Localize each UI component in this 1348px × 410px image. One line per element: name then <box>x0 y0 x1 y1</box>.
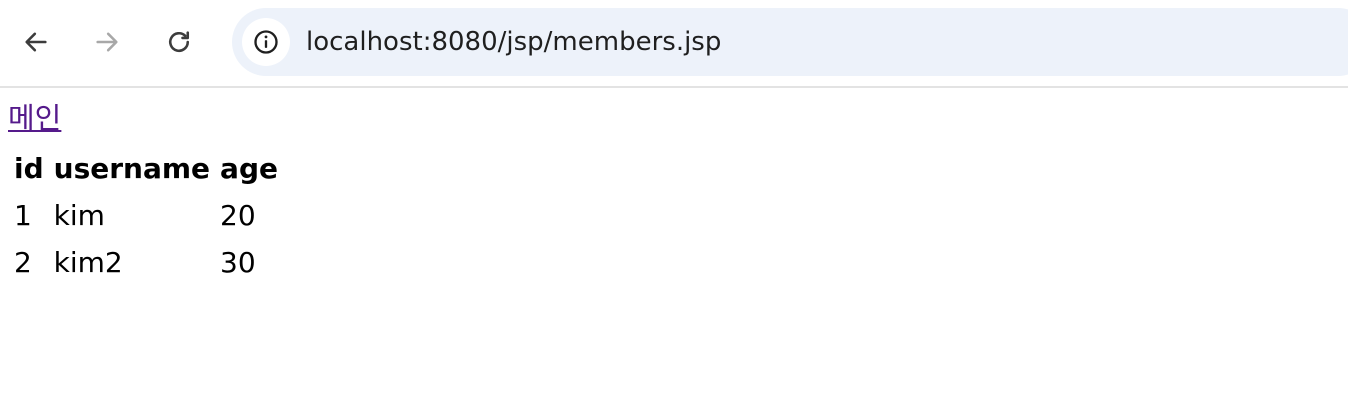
forward-button[interactable] <box>89 24 125 60</box>
cell-age: 30 <box>220 246 256 279</box>
url-text[interactable]: localhost:8080/jsp/members.jsp <box>306 8 721 76</box>
info-icon <box>254 30 278 54</box>
column-header-id: id <box>14 152 44 185</box>
column-header-username: username <box>53 152 211 185</box>
browser-toolbar: localhost:8080/jsp/members.jsp <box>0 0 1348 88</box>
table-row: 2 kim2 30 <box>10 240 282 285</box>
site-info-button[interactable] <box>242 18 290 66</box>
back-button[interactable] <box>18 24 54 60</box>
cell-id: 2 <box>14 246 32 279</box>
table-header-row: id username age <box>10 146 282 191</box>
address-bar[interactable]: localhost:8080/jsp/members.jsp <box>232 8 1348 76</box>
cell-username: kim2 <box>53 246 123 279</box>
main-link[interactable]: 메인 <box>8 100 61 140</box>
arrow-left-icon <box>25 32 47 52</box>
cell-id: 1 <box>14 199 32 232</box>
table-row: 1 kim 20 <box>10 193 282 238</box>
column-header-age: age <box>220 152 278 185</box>
members-table: id username age 1 kim 20 2 kim2 30 <box>8 144 284 287</box>
reload-icon <box>169 31 190 53</box>
page-content: 메인 id username age 1 kim 20 2 kim2 30 <box>0 88 1348 287</box>
cell-age: 20 <box>220 199 256 232</box>
cell-username: kim <box>53 199 105 232</box>
reload-button[interactable] <box>161 24 197 60</box>
arrow-right-icon <box>96 32 118 52</box>
